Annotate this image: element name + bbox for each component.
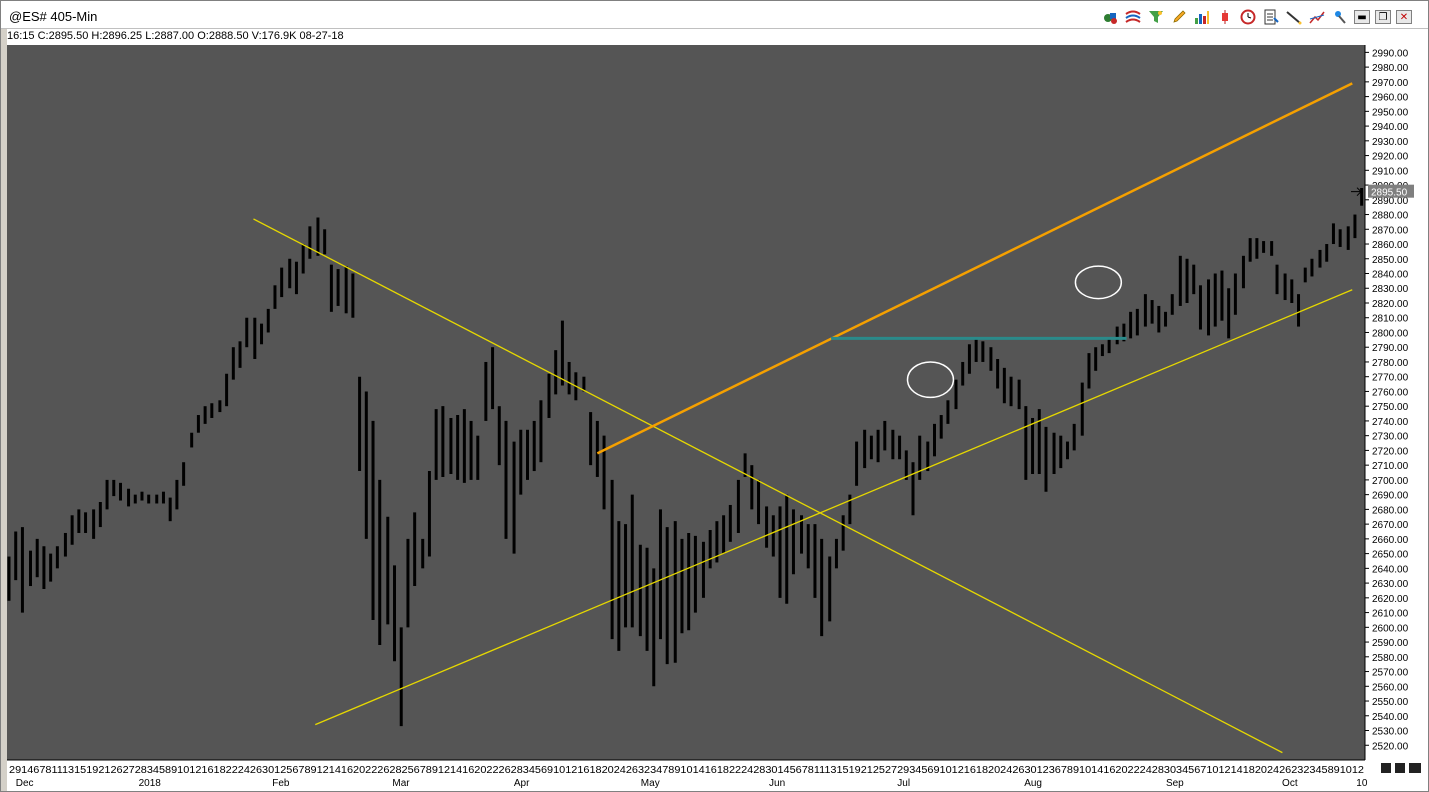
window-title: @ES# 405-Min (9, 9, 98, 24)
month-label: May (641, 778, 660, 789)
price-tick-label: 2820.00 (1372, 299, 1409, 310)
price-tick-label: 2980.00 (1372, 63, 1409, 74)
price-tick-label: 2720.00 (1372, 446, 1409, 457)
price-tick-label: 2840.00 (1372, 270, 1409, 281)
clock-icon[interactable] (1239, 8, 1257, 26)
quote-line: 16:15 C:2895.50 H:2896.25 L:2887.00 O:28… (7, 29, 1428, 45)
month-label: 2018 (139, 778, 162, 789)
price-tick-label: 2960.00 (1372, 93, 1409, 104)
close-button[interactable]: ✕ (1396, 10, 1412, 24)
price-tick-label: 2760.00 (1372, 387, 1409, 398)
month-label: Feb (272, 778, 290, 789)
bar-chart-icon[interactable] (1193, 8, 1211, 26)
month-label: Apr (514, 778, 530, 789)
price-tick-label: 2540.00 (1372, 712, 1409, 723)
price-tick-label: 2560.00 (1372, 682, 1409, 693)
price-tick-label: 2950.00 (1372, 107, 1409, 118)
time-axis-day-labels: 2914678111315192126272834589101216182224… (9, 765, 1364, 776)
zoom-button[interactable] (1409, 763, 1421, 773)
price-tick-label: 2610.00 (1372, 609, 1409, 620)
price-tick-label: 2640.00 (1372, 564, 1409, 575)
price-tick-label: 2600.00 (1372, 623, 1409, 634)
list-icon[interactable] (1262, 8, 1280, 26)
candlestick-icon[interactable] (1216, 8, 1234, 26)
price-tick-label: 2850.00 (1372, 255, 1409, 266)
price-tick-label: 2710.00 (1372, 461, 1409, 472)
price-tick-label: 2680.00 (1372, 505, 1409, 516)
chart-window: @ES# 405-Min ▬ ❐ ✕ 16:15 C:2895.50 H:289… (0, 0, 1429, 792)
price-tick-label: 2990.00 (1372, 48, 1409, 59)
price-tick-label: 2520.00 (1372, 741, 1409, 752)
price-tick-label: 2910.00 (1372, 166, 1409, 177)
price-tick-label: 2880.00 (1372, 211, 1409, 222)
price-tick-label: 2660.00 (1372, 535, 1409, 546)
minimize-button[interactable]: ▬ (1354, 10, 1370, 24)
price-tick-label: 2930.00 (1372, 137, 1409, 148)
price-tick-label: 2940.00 (1372, 122, 1409, 133)
price-tick-label: 2690.00 (1372, 491, 1409, 502)
price-tick-label: 2740.00 (1372, 417, 1409, 428)
month-label: Sep (1166, 778, 1184, 789)
month-label: Dec (16, 778, 34, 789)
price-tick-label: 2580.00 (1372, 653, 1409, 664)
trend-icon[interactable] (1308, 8, 1326, 26)
price-chart[interactable]: 2520.00 2530.00 2540.00 2550.00 2560.00 2570.… (7, 45, 1428, 791)
shapes-icon[interactable] (1101, 8, 1119, 26)
month-label: 10 (1356, 778, 1368, 789)
waves-icon[interactable] (1124, 8, 1142, 26)
price-tick-label: 2810.00 (1372, 314, 1409, 325)
price-tick-label: 2650.00 (1372, 550, 1409, 561)
last-price-label: 2895.50 (1371, 188, 1408, 199)
month-label: Aug (1024, 778, 1042, 789)
title-bar[interactable]: @ES# 405-Min ▬ ❐ ✕ (1, 1, 1428, 29)
price-tick-label: 2700.00 (1372, 476, 1409, 487)
price-tick-label: 2530.00 (1372, 727, 1409, 738)
funnel-icon[interactable] (1147, 8, 1165, 26)
price-tick-label: 2780.00 (1372, 358, 1409, 369)
restore-button[interactable]: ❐ (1375, 10, 1391, 24)
price-tick-label: 2770.00 (1372, 373, 1409, 384)
price-tick-label: 2670.00 (1372, 520, 1409, 531)
price-tick-label: 2620.00 (1372, 594, 1409, 605)
price-tick-label: 2630.00 (1372, 579, 1409, 590)
price-tick-label: 2970.00 (1372, 78, 1409, 89)
price-tick-label: 2550.00 (1372, 697, 1409, 708)
price-tick-label: 2570.00 (1372, 668, 1409, 679)
price-tick-label: 2590.00 (1372, 638, 1409, 649)
month-label: Jun (769, 778, 785, 789)
plot-area (7, 45, 1365, 760)
price-tick-label: 2800.00 (1372, 328, 1409, 339)
month-label: Jul (897, 778, 910, 789)
price-tick-label: 2750.00 (1372, 402, 1409, 413)
draw-line-icon[interactable] (1285, 8, 1303, 26)
price-tick-label: 2870.00 (1372, 225, 1409, 236)
pencil-icon[interactable] (1170, 8, 1188, 26)
price-tick-label: 2830.00 (1372, 284, 1409, 295)
scroll-left-button[interactable] (1381, 763, 1391, 773)
price-tick-label: 2860.00 (1372, 240, 1409, 251)
toolbar: ▬ ❐ ✕ (1101, 8, 1412, 26)
price-tick-label: 2920.00 (1372, 152, 1409, 163)
month-label: Mar (392, 778, 410, 789)
chart-svg[interactable]: 2520.00 2530.00 2540.00 2550.00 2560.00 2570.… (7, 45, 1428, 791)
scroll-right-button[interactable] (1395, 763, 1405, 773)
month-label: Oct (1282, 778, 1298, 789)
pin-icon[interactable] (1331, 8, 1349, 26)
price-tick-label: 2790.00 (1372, 343, 1409, 354)
price-tick-label: 2730.00 (1372, 432, 1409, 443)
